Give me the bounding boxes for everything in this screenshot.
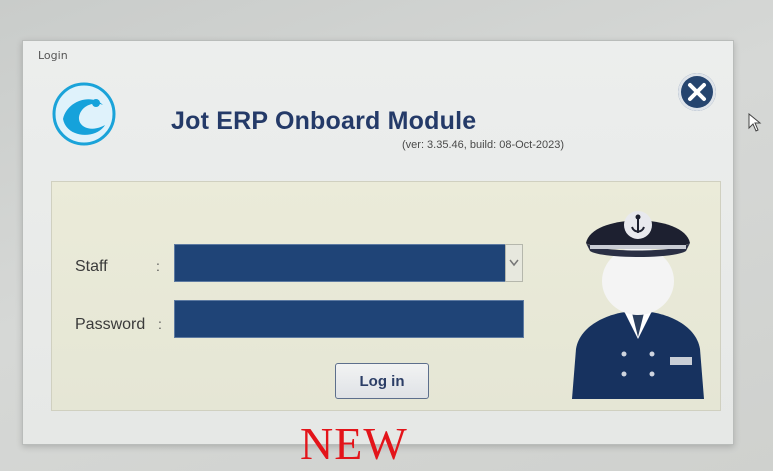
password-colon: :: [158, 316, 162, 332]
login-button[interactable]: Log in: [335, 363, 429, 399]
staff-label: Staff: [75, 258, 108, 275]
mouse-pointer-icon: [748, 112, 762, 137]
staff-colon: :: [156, 258, 160, 274]
chevron-down-icon: [509, 259, 519, 267]
close-button[interactable]: [678, 73, 716, 111]
login-panel: Staff : Password : Log in: [51, 181, 721, 411]
close-icon: [688, 83, 706, 101]
staff-select[interactable]: [174, 244, 506, 282]
password-label: Password: [75, 316, 146, 333]
staff-dropdown-button[interactable]: [505, 244, 523, 282]
app-title: Jot ERP Onboard Module: [171, 107, 477, 135]
app-logo-icon: [51, 81, 117, 147]
captain-mascot-icon: [562, 189, 714, 399]
password-field[interactable]: [174, 300, 524, 338]
version-info: (ver: 3.35.46, build: 08-Oct-2023): [402, 139, 565, 151]
window-title: Login: [38, 49, 68, 62]
login-window: Login Jot ERP Onboard Module (ver: 3.35.…: [22, 40, 734, 445]
new-stamp: NEW: [300, 418, 408, 469]
